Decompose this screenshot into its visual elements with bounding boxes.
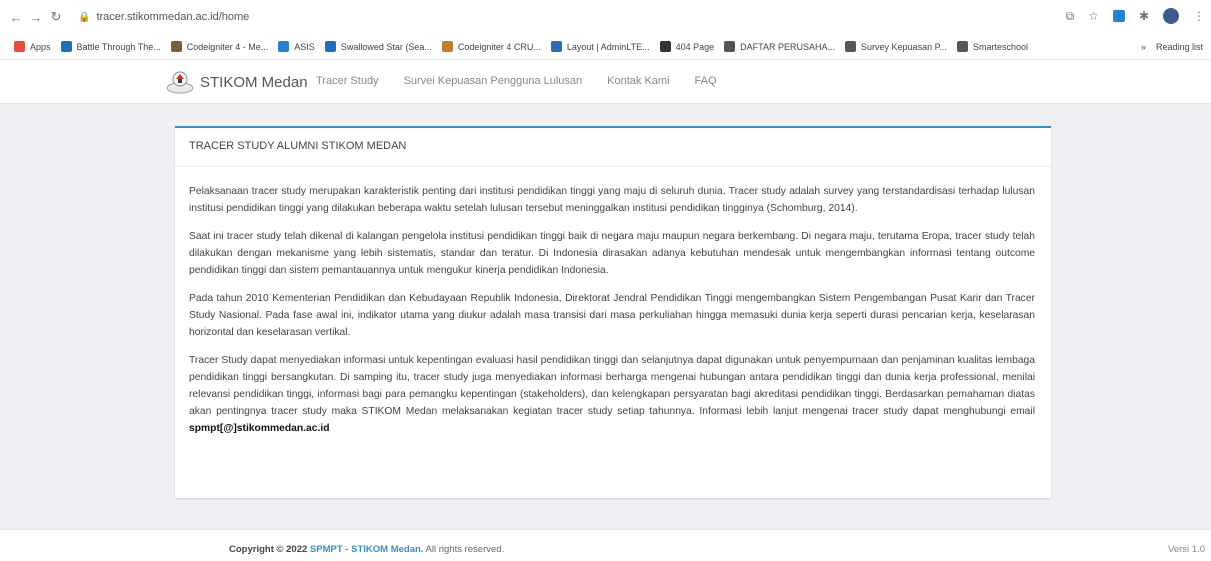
more-bookmarks-button[interactable]: »	[1141, 42, 1146, 52]
puzzle-icon[interactable]: ✱	[1139, 9, 1149, 23]
bookmark-item[interactable]: Battle Through The...	[60, 41, 161, 52]
url-field[interactable]: 🔒 tracer.stikommedan.ac.id/home	[78, 11, 249, 23]
paragraph-1: Pelaksanaan tracer study merupakan karak…	[189, 186, 1035, 214]
menu-survei-kepuasan[interactable]: Survei Kepuasan Pengguna Lulusan	[404, 75, 583, 87]
copyright-suffix: All rights reserved.	[425, 544, 505, 555]
main-menu: Tracer Study Survei Kepuasan Pengguna Lu…	[316, 75, 742, 87]
bookmark-favicon-icon	[724, 41, 736, 52]
menu-icon[interactable]: ⋮	[1193, 9, 1205, 23]
footer-org-stikom[interactable]: STIKOM Medan.	[351, 544, 423, 555]
browser-toolbar-right: ⧉ ☆ ✱ ⋮	[1066, 8, 1205, 24]
bookmark-item[interactable]: 404 Page	[659, 41, 715, 52]
bookmark-favicon-icon	[659, 41, 671, 52]
bookmark-label: Swallowed Star (Sea...	[340, 41, 432, 52]
paragraph-2: Saat ini tracer study telah dikenal di k…	[189, 231, 1035, 276]
bookmark-favicon-icon	[170, 41, 182, 52]
brand-name: STIKOM Medan	[200, 73, 308, 91]
reload-icon[interactable]: ↻	[46, 7, 66, 27]
paragraph-4: Tracer Study dapat menyediakan informasi…	[189, 352, 1035, 437]
main-content: TRACER STUDY ALUMNI STIKOM MEDAN Pelaksa…	[0, 104, 1211, 529]
site-navbar: STIKOM Medan Tracer Study Survei Kepuasa…	[0, 60, 1211, 104]
bookmark-item[interactable]: Swallowed Star (Sea...	[324, 41, 432, 52]
footer-org-spmpt[interactable]: SPMPT	[310, 544, 343, 555]
bookmark-label: Battle Through The...	[76, 41, 161, 52]
card-title: TRACER STUDY ALUMNI STIKOM MEDAN	[175, 128, 1051, 167]
bookmarks-right: » Reading list	[1134, 34, 1203, 59]
bookmark-label: 404 Page	[675, 41, 715, 52]
copyright: Copyright © 2022 SPMPT - STIKOM Medan. A…	[229, 544, 504, 555]
bookmark-label: DAFTAR PERUSAHA...	[740, 41, 836, 52]
bookmark-favicon-icon	[60, 41, 72, 52]
footer-separator: -	[342, 544, 352, 555]
bookmark-item[interactable]: DAFTAR PERUSAHA...	[724, 41, 835, 52]
bookmark-item[interactable]: Apps	[14, 41, 51, 52]
contact-email: spmpt[@]stikommedan.ac.id	[189, 423, 330, 434]
bookmark-favicon-icon	[278, 41, 290, 52]
menu-tracer-study[interactable]: Tracer Study	[316, 75, 379, 87]
card-body: Pelaksanaan tracer study merupakan karak…	[175, 167, 1051, 437]
bookmark-label: Layout | AdminLTE...	[566, 41, 650, 52]
bookmark-item[interactable]: Codeigniter 4 - Me...	[170, 41, 269, 52]
bookmark-label: Apps	[30, 41, 51, 52]
browser-address-bar: ← → ↻ 🔒 tracer.stikommedan.ac.id/home ⧉ …	[0, 0, 1211, 34]
bookmark-label: Codeigniter 4 CRU...	[457, 41, 541, 52]
bookmark-favicon-icon	[845, 41, 857, 52]
paragraph-4-text: Tracer Study dapat menyediakan informasi…	[189, 355, 1035, 417]
version-label: Versi 1.0	[1168, 544, 1205, 555]
bookmark-label: ASIS	[294, 41, 315, 52]
reading-list-button[interactable]: Reading list	[1156, 42, 1203, 52]
bookmark-item[interactable]: Survey Kepuasan P...	[845, 41, 947, 52]
stikom-logo-icon	[166, 71, 194, 94]
bookmarks-bar: Apps Battle Through The... Codeigniter 4 -…	[0, 34, 1211, 60]
info-card: TRACER STUDY ALUMNI STIKOM MEDAN Pelaksa…	[175, 126, 1051, 498]
back-icon[interactable]: ←	[6, 7, 26, 27]
star-icon[interactable]: ☆	[1088, 9, 1099, 23]
bookmark-label: Codeigniter 4 - Me...	[186, 41, 269, 52]
menu-faq[interactable]: FAQ	[695, 75, 717, 87]
profile-avatar[interactable]	[1163, 8, 1179, 24]
share-icon[interactable]: ⧉	[1066, 9, 1075, 24]
bookmark-favicon-icon	[550, 41, 562, 52]
paragraph-3: Pada tahun 2010 Kementerian Pendidikan d…	[189, 293, 1035, 338]
forward-icon[interactable]: →	[26, 7, 46, 27]
bookmark-favicon-icon	[14, 41, 25, 52]
brand[interactable]: STIKOM Medan	[166, 69, 308, 95]
url-text: tracer.stikommedan.ac.id/home	[96, 11, 250, 23]
bookmark-item[interactable]: Layout | AdminLTE...	[550, 41, 650, 52]
menu-kontak-kami[interactable]: Kontak Kami	[607, 75, 669, 87]
bookmark-item[interactable]: Smarteschool	[956, 41, 1028, 52]
bookmark-label: Survey Kepuasan P...	[861, 41, 947, 52]
lock-icon: 🔒	[78, 11, 91, 23]
bookmark-item[interactable]: ASIS	[278, 41, 315, 52]
bookmark-favicon-icon	[441, 41, 453, 52]
bookmark-favicon-icon	[324, 41, 336, 52]
footer: Copyright © 2022 SPMPT - STIKOM Medan. A…	[0, 529, 1211, 561]
bookmark-label: Smarteschool	[972, 41, 1028, 52]
extension-icon[interactable]	[1112, 10, 1125, 22]
bookmark-favicon-icon	[956, 41, 968, 52]
bookmark-item[interactable]: Codeigniter 4 CRU...	[441, 41, 541, 52]
copyright-prefix: Copyright © 2022	[229, 544, 308, 555]
